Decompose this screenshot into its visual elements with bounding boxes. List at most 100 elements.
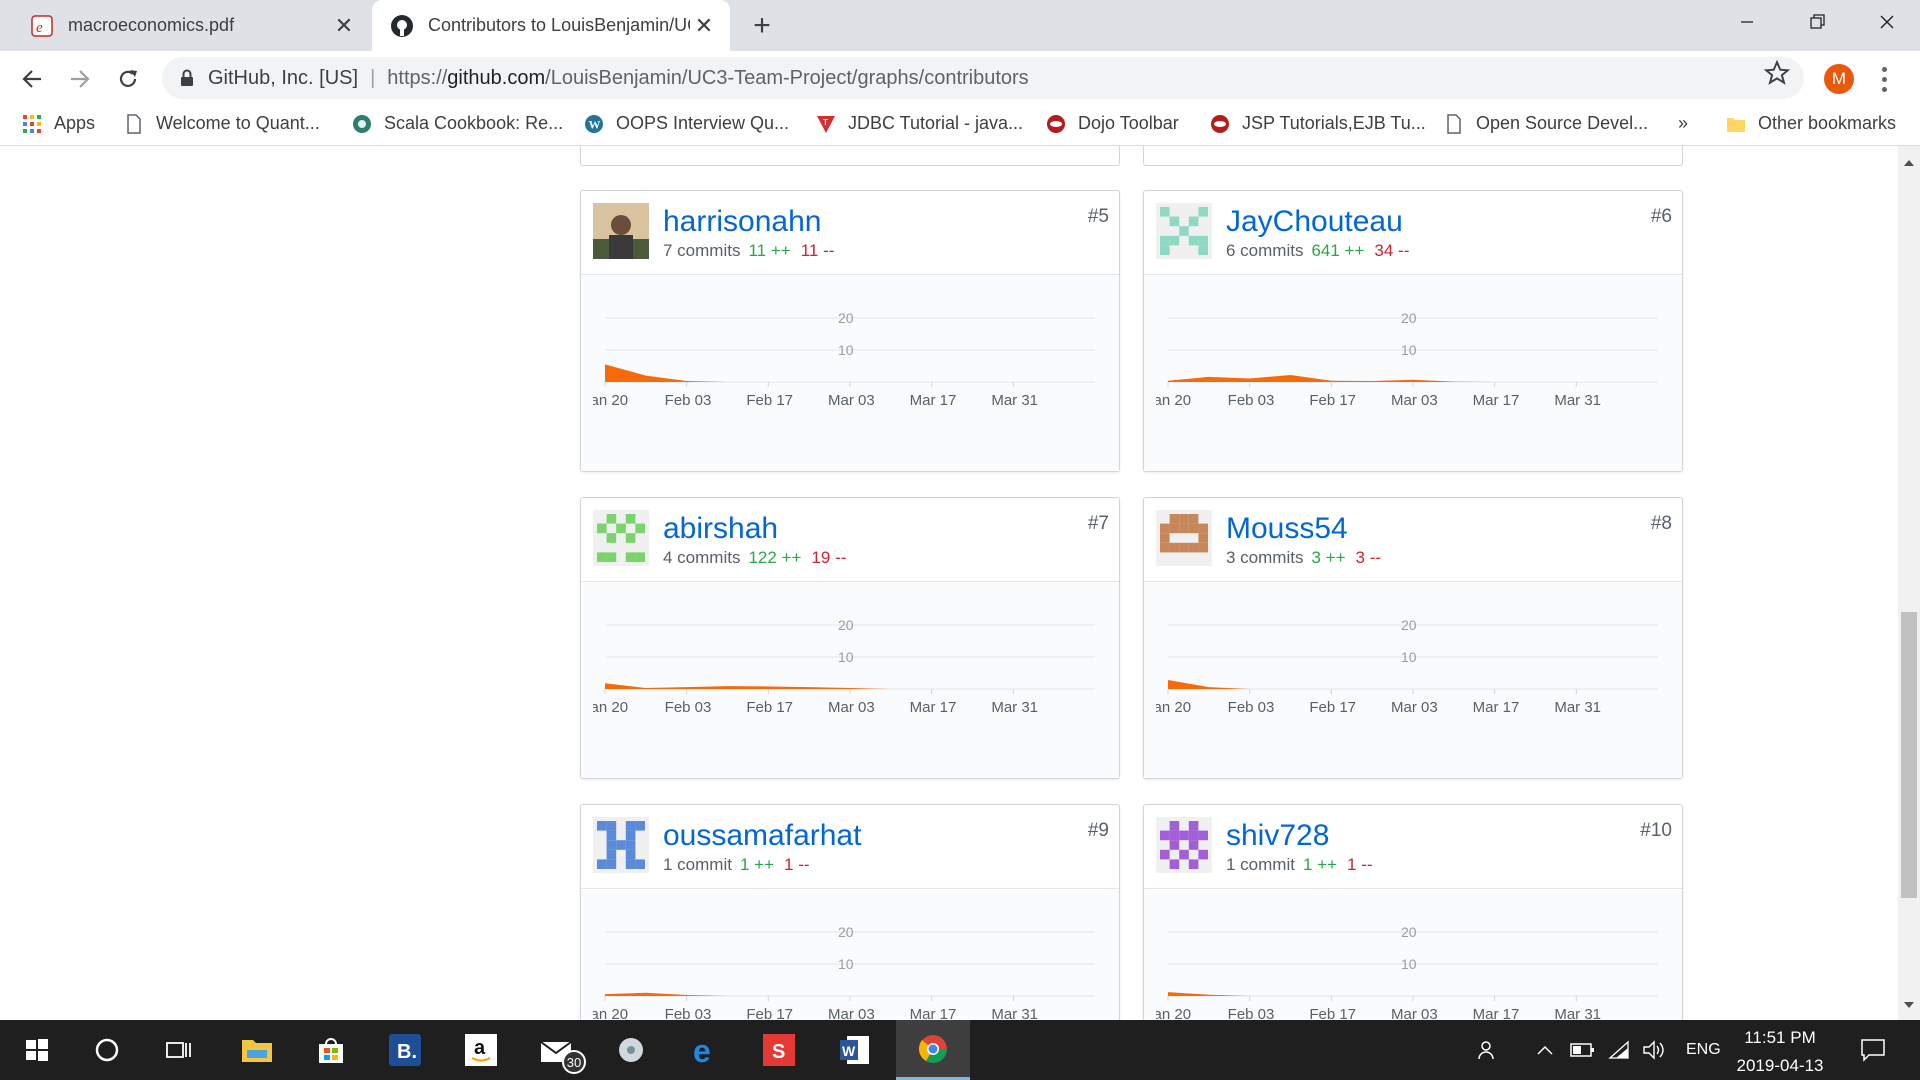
restore-icon[interactable] <box>1782 0 1852 44</box>
x-tick-label: Mar 17 <box>1473 392 1520 409</box>
cortana-search-icon[interactable] <box>70 1020 144 1080</box>
other-bookmarks[interactable]: Other bookmarks <box>1726 113 1896 134</box>
commit-chart-panel: 20 10 Jan 20 Feb 03 Feb 17 Mar 03 Mar 17 Mar 31 <box>581 890 1119 1020</box>
chrome-icon[interactable] <box>896 1020 970 1080</box>
bookmarks-overflow-icon[interactable]: » <box>1678 113 1688 134</box>
contributor-avatar[interactable] <box>593 510 649 566</box>
commit-count-link[interactable]: 4 commits <box>663 548 740 567</box>
contributor-avatar[interactable] <box>1156 510 1212 566</box>
contributor-avatar[interactable] <box>1156 817 1212 873</box>
commit-count-link[interactable]: 6 commits <box>1226 241 1303 260</box>
x-tick-label: Feb 17 <box>746 392 793 409</box>
identicon-cell <box>1179 830 1189 841</box>
contributor-name-link[interactable]: Mouss54 <box>1226 512 1348 546</box>
x-tick-label: Mar 03 <box>1391 699 1438 716</box>
identicon-cell <box>1198 533 1208 543</box>
media-player-icon[interactable] <box>594 1020 668 1080</box>
scrollbar-thumb[interactable] <box>1901 612 1917 898</box>
page-scrollbar[interactable] <box>1898 146 1920 1020</box>
start-button[interactable] <box>0 1020 74 1080</box>
deletions-count: 11 -- <box>800 241 835 260</box>
svg-text:e: e <box>36 20 43 36</box>
contributor-name-link[interactable]: abirshah <box>663 512 778 546</box>
browser-menu-icon[interactable] <box>1874 64 1894 94</box>
identicon-cell <box>1198 245 1208 255</box>
close-tab-icon[interactable]: ✕ <box>330 12 358 40</box>
task-view-icon[interactable] <box>142 1020 216 1080</box>
identicon-cell <box>625 514 636 524</box>
volume-icon[interactable] <box>1642 1020 1666 1080</box>
bookmark-scala[interactable]: Scala Cookbook: Re... <box>352 113 563 134</box>
contributor-avatar[interactable] <box>1156 203 1212 259</box>
contributor-card: Mouss54 3 commits 3 ++ 3 -- #8 20 10 Jan 20 F… <box>1143 497 1683 779</box>
minimize-icon[interactable] <box>1712 0 1782 44</box>
contributors-page: harrisonahn 7 commits11 ++11 -- #5 2010J… <box>0 146 1920 1020</box>
bookmark-label: OOPS Interview Qu... <box>616 113 790 133</box>
bookmark-star-icon[interactable] <box>1764 60 1790 86</box>
bookmark-opensource[interactable]: Open Source Devel... <box>1444 113 1648 134</box>
commit-chart-panel: 20 10 Jan 20 Feb 03 Feb 17 Mar 03 Mar 17 Mar 31 <box>1144 276 1682 471</box>
commit-count-link[interactable]: 3 commits <box>1226 548 1303 567</box>
amazon-icon[interactable]: a <box>444 1020 518 1080</box>
back-icon[interactable] <box>14 61 50 97</box>
y-tick-label: 20 <box>838 924 854 940</box>
profile-avatar[interactable]: M <box>1824 64 1854 94</box>
contributor-name-link[interactable]: JayChouteau <box>1226 205 1403 239</box>
action-center-icon[interactable] <box>1860 1020 1886 1080</box>
commit-count-link[interactable]: 1 commit <box>663 855 732 874</box>
commit-count-link[interactable]: 1 commit <box>1226 855 1295 874</box>
contributor-avatar[interactable] <box>593 203 649 259</box>
forward-icon[interactable] <box>62 61 98 97</box>
identicon-cell <box>1160 849 1170 860</box>
tab-macroeconomics[interactable]: e macroeconomics.pdf ✕ <box>12 0 370 51</box>
file-explorer-icon[interactable] <box>220 1020 294 1080</box>
show-hidden-icons[interactable] <box>1536 1020 1554 1080</box>
contributor-card: JayChouteau 6 commits 641 ++ 34 -- #6 20 10… <box>1143 190 1683 472</box>
identicon-cell <box>625 859 636 869</box>
reload-icon[interactable] <box>110 61 146 97</box>
scroll-down-icon[interactable] <box>1904 1002 1914 1008</box>
close-tab-icon[interactable]: ✕ <box>690 12 718 40</box>
tab-contributors[interactable]: Contributors to LouisBenjamin/UC3-Team-P… <box>372 0 730 51</box>
y-tick-label: 20 <box>1401 924 1417 940</box>
contributor-name-link[interactable]: harrisonahn <box>663 205 821 239</box>
svg-text:e: e <box>693 1034 711 1066</box>
identicon-cell <box>1188 542 1199 553</box>
bookmark-apps[interactable]: Apps <box>22 113 95 134</box>
mail-icon[interactable]: 30 <box>520 1020 594 1080</box>
bookmark-quant[interactable]: Welcome to Quant... <box>124 113 320 134</box>
input-language[interactable]: ENG <box>1686 1020 1721 1080</box>
contributor-name-link[interactable]: oussamafarhat <box>663 819 861 853</box>
additions-count: 122 ++ <box>748 548 802 567</box>
deletions-count: 1 -- <box>784 855 810 874</box>
identicon-cell <box>1169 235 1180 246</box>
wifi-icon[interactable] <box>1608 1020 1632 1080</box>
battery-icon[interactable] <box>1570 1020 1596 1080</box>
identicon-cell <box>597 859 607 869</box>
bookmark-jsp[interactable]: JSP Tutorials,EJB Tu... <box>1210 113 1426 134</box>
contributor-avatar[interactable] <box>593 817 649 873</box>
word-icon[interactable]: W <box>818 1020 892 1080</box>
bookmark-oops[interactable]: W OOPS Interview Qu... <box>584 113 789 134</box>
edge-icon[interactable]: e <box>668 1020 742 1080</box>
commit-count-link[interactable]: 7 commits <box>663 241 740 260</box>
url-prefix: https:// <box>387 66 448 89</box>
bookmark-dojo[interactable]: Dojo Toolbar <box>1046 113 1179 134</box>
x-tick-label: Mar 17 <box>910 392 957 409</box>
store-icon[interactable] <box>294 1020 368 1080</box>
identicon-cell <box>625 830 636 841</box>
scroll-up-icon[interactable] <box>1904 160 1914 166</box>
close-window-icon[interactable] <box>1852 0 1920 44</box>
contributor-name-link[interactable]: shiv728 <box>1226 819 1329 853</box>
booking-icon[interactable]: B. <box>368 1020 442 1080</box>
identicon-cell <box>625 533 636 543</box>
contributor-rank: #8 <box>1650 513 1672 534</box>
address-bar[interactable]: GitHub, Inc. [US] | https://github.com/L… <box>162 57 1804 99</box>
contributor-header: JayChouteau 6 commits 641 ++ 34 -- #6 <box>1144 191 1682 275</box>
system-clock[interactable]: 11:51 PM 2019-04-13 <box>1720 1020 1840 1080</box>
new-tab-icon[interactable]: + <box>744 8 780 44</box>
bookmark-jdbc[interactable]: T JDBC Tutorial - java... <box>816 113 1023 134</box>
people-icon[interactable] <box>1476 1020 1500 1080</box>
office-s-icon[interactable]: S <box>742 1020 816 1080</box>
y-tick-label: 10 <box>838 649 854 665</box>
